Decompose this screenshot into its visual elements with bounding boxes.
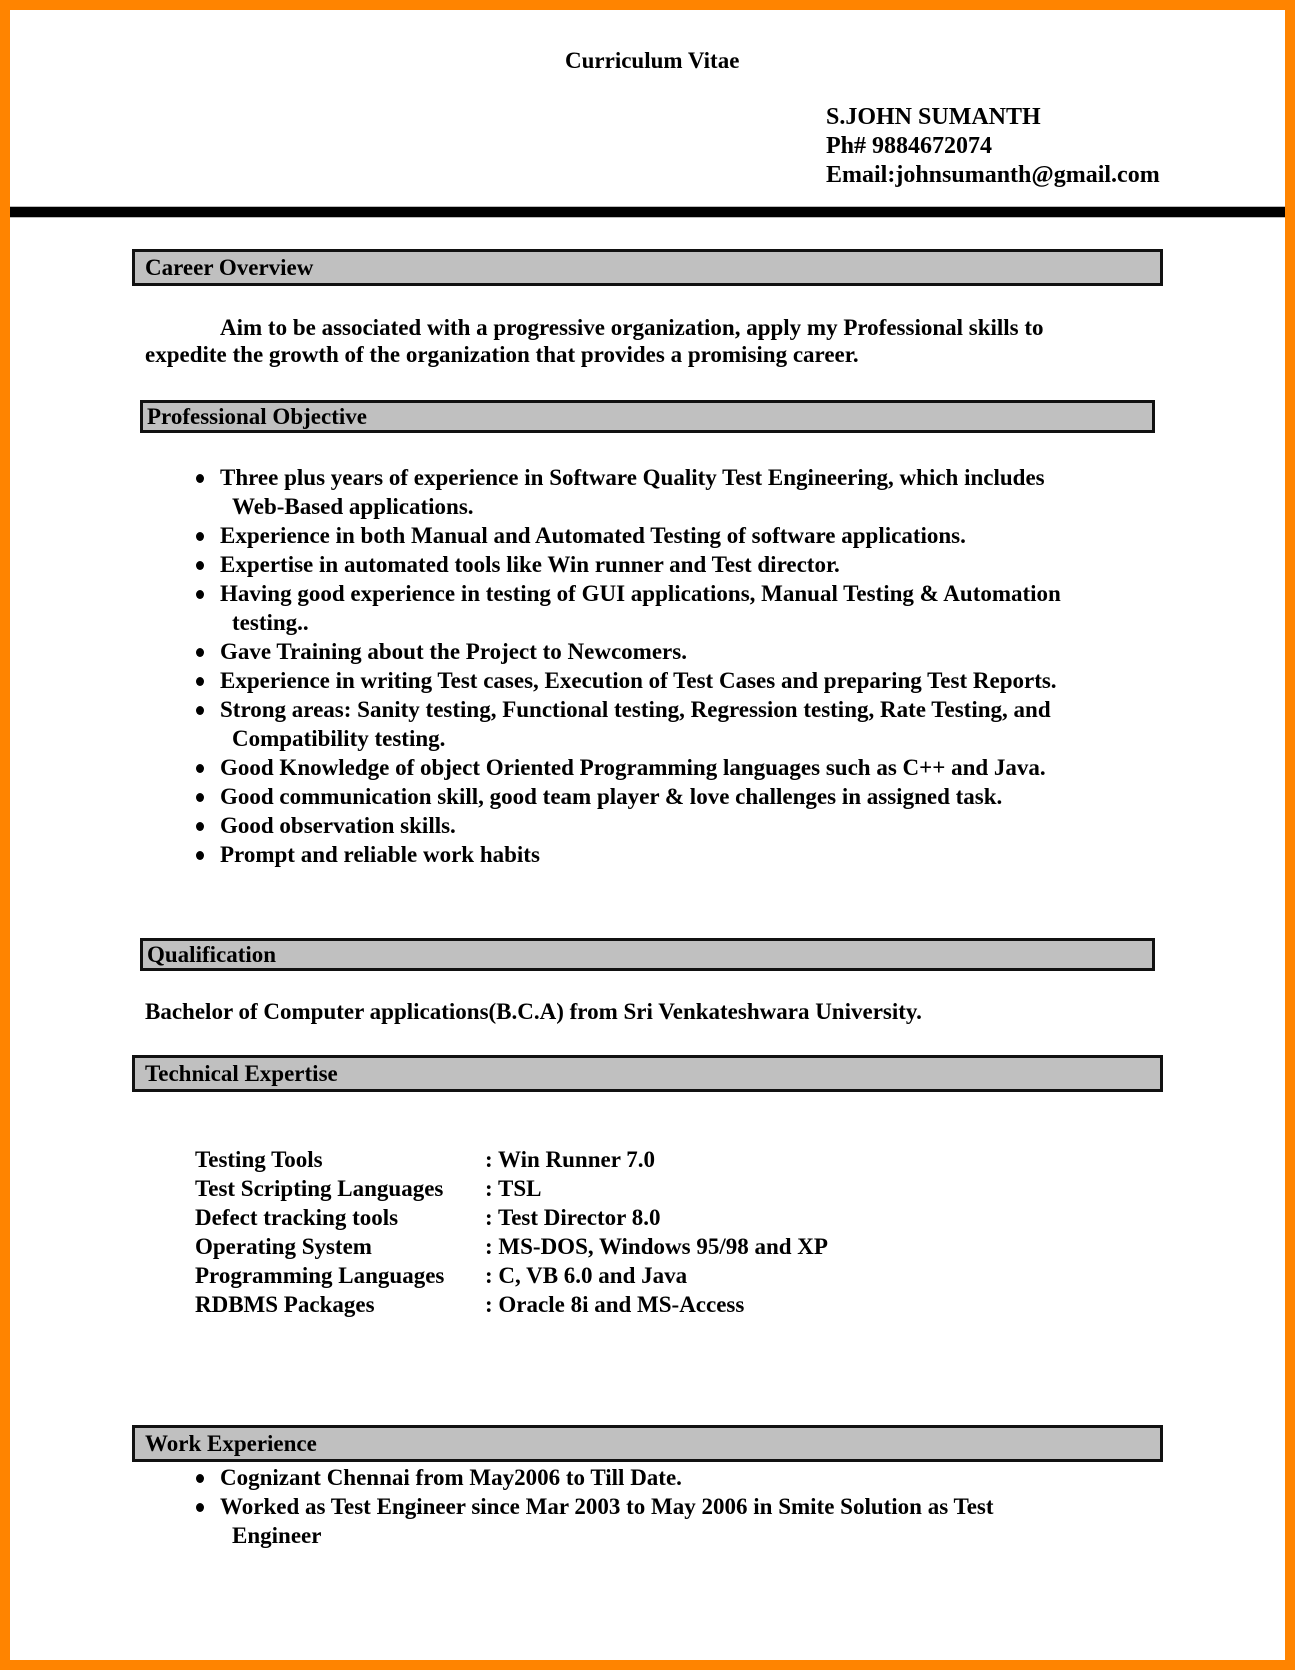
professional-objective-list: Three plus years of experience in Softwa… (0, 463, 1061, 869)
list-item: Cognizant Chennai from May2006 to Till D… (0, 1463, 994, 1492)
list-item: Expertise in automated tools like Win ru… (0, 550, 1061, 579)
section-heading: Work Experience (145, 1430, 317, 1456)
section-header-qualification: Qualification (140, 938, 1155, 971)
list-item: Good communication skill, good team play… (0, 782, 1061, 811)
list-item: Worked as Test Engineer since Mar 2003 t… (0, 1492, 994, 1550)
list-item: Good observation skills. (0, 811, 1061, 840)
section-heading: Professional Objective (147, 403, 367, 429)
section-heading: Qualification (147, 941, 277, 967)
list-item: Having good experience in testing of GUI… (0, 579, 1061, 637)
document-title: Curriculum Vitae (565, 48, 740, 73)
contact-email: Email:johnsumanth@gmail.com (826, 162, 1160, 188)
career-overview-line-1: Aim to be associated with a progressive … (220, 315, 1044, 340)
list-item: Prompt and reliable work habits (0, 840, 1061, 869)
section-header-technical-expertise: Technical Expertise (132, 1055, 1163, 1092)
contact-name: S.JOHN SUMANTH (826, 104, 1041, 130)
section-heading: Technical Expertise (145, 1060, 338, 1086)
list-item: Good Knowledge of object Oriented Progra… (0, 753, 1061, 782)
list-item: Gave Training about the Project to Newco… (0, 637, 1061, 666)
career-overview-text: Aim to be associated with a progressive … (145, 314, 1044, 368)
contact-phone: Ph# 9884672074 (826, 133, 993, 159)
career-overview-line-2: expedite the growth of the organization … (145, 342, 859, 367)
list-item: Experience in both Manual and Automated … (0, 521, 1061, 550)
header-divider (10, 206, 1285, 218)
list-item: Experience in writing Test cases, Execut… (0, 666, 1061, 695)
section-header-work-experience: Work Experience (132, 1425, 1163, 1462)
section-header-professional-objective: Professional Objective (140, 400, 1155, 433)
list-item: Strong areas: Sanity testing, Functional… (0, 695, 1061, 753)
list-item: Three plus years of experience in Softwa… (0, 463, 1061, 521)
section-heading: Career Overview (145, 254, 314, 280)
work-experience-list: Cognizant Chennai from May2006 to Till D… (0, 1463, 994, 1550)
section-header-career-overview: Career Overview (132, 249, 1163, 286)
qualification-text: Bachelor of Computer applications(B.C.A)… (145, 999, 922, 1024)
